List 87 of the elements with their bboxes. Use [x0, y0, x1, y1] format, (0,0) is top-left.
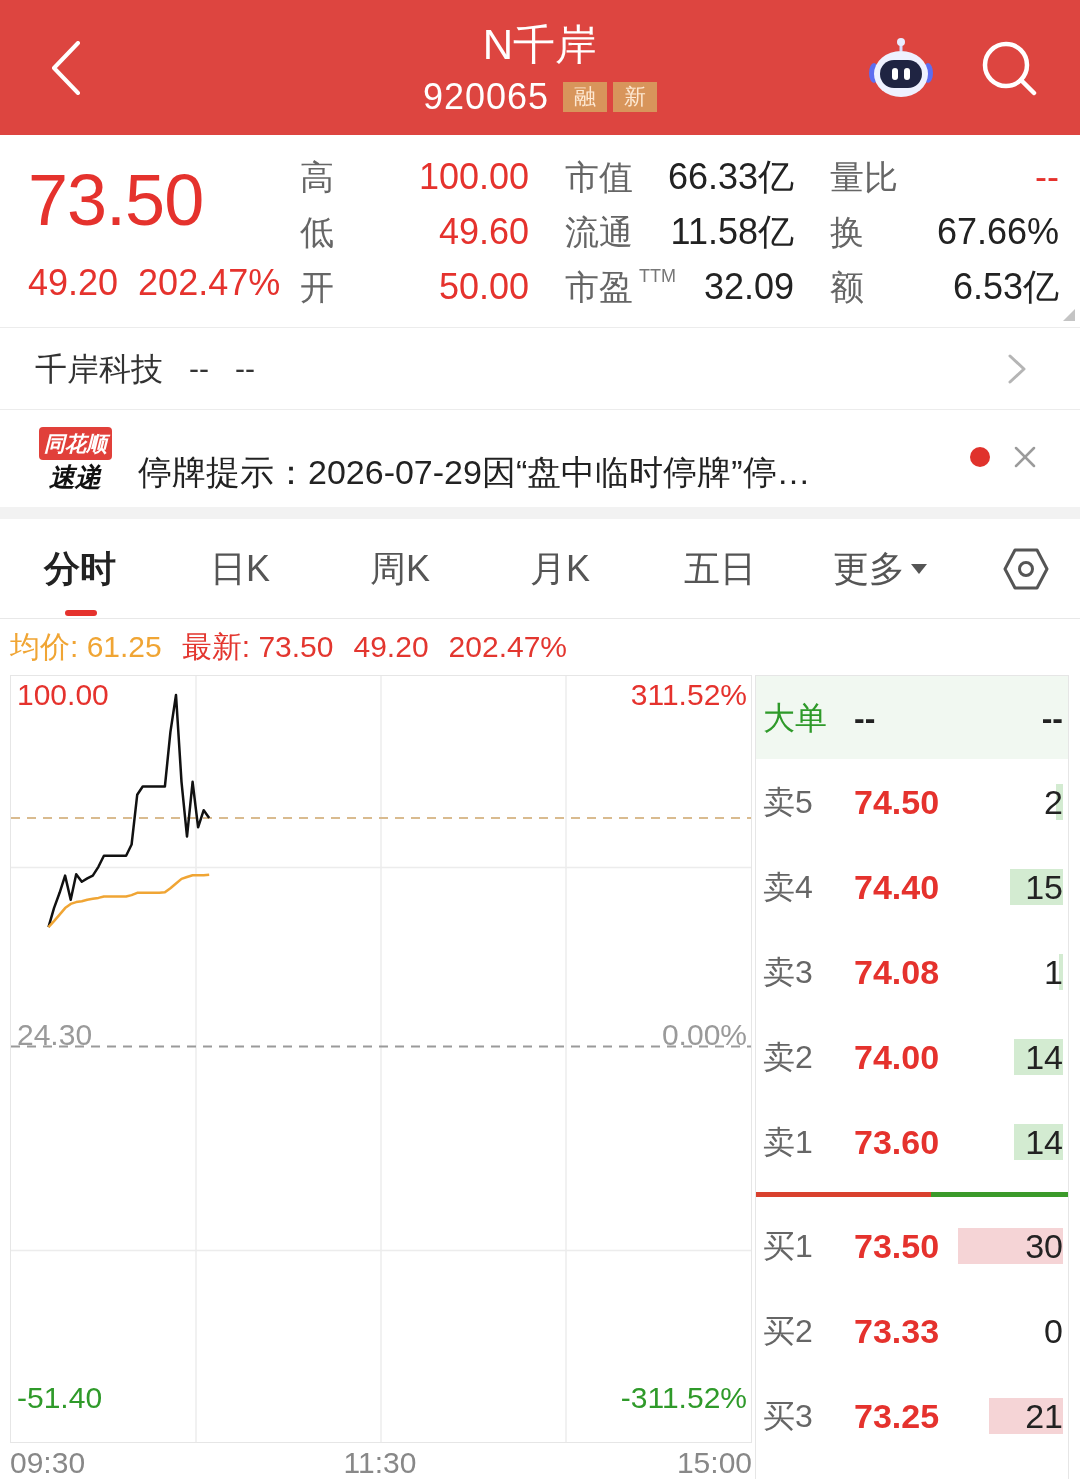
time-axis-label: 09:30 [10, 1447, 86, 1479]
big-order-value: -- [854, 701, 876, 734]
order-volume: 0 [1044, 1312, 1063, 1349]
order-level-label: 买3 [763, 1399, 813, 1432]
stock-tag: 融 [563, 81, 608, 112]
stat-label: 换 [830, 214, 864, 249]
percent-axis-label: 0.00% [661, 1019, 747, 1050]
search-icon [981, 39, 1037, 96]
order-volume: 14 [1014, 1038, 1063, 1075]
time-axis-label: 15:00 [676, 1447, 752, 1479]
order-price: 74.00 [854, 1039, 940, 1074]
stat-value: 50.00 [438, 268, 529, 305]
stat-label: 市值 [565, 159, 633, 194]
current-price: 73.50 [28, 164, 204, 236]
big-order-value: -- [1041, 701, 1063, 734]
caret-down-icon [911, 563, 927, 574]
percent-axis-label: 311.52% [630, 680, 747, 710]
order-volume: 2 [1044, 783, 1063, 820]
stat-value: 6.53亿 [952, 268, 1059, 305]
concept-value: -- [235, 353, 255, 384]
stock-code: 920065 [422, 76, 550, 117]
time-axis-label: 11:30 [343, 1447, 417, 1479]
order-volume: 30 [958, 1227, 1063, 1264]
stat-label: 市盈$^{TTM}$ [565, 269, 676, 304]
order-level-label: 买1 [763, 1229, 813, 1262]
assistant-button[interactable] [868, 35, 934, 100]
order-level-label: 买2 [763, 1314, 813, 1347]
stat-value: 66.33亿 [667, 158, 794, 195]
price-axis-label: -51.40 [17, 1383, 103, 1413]
concept-value: -- [189, 353, 209, 384]
source-name: 速递 [49, 462, 101, 491]
news-headline[interactable]: 停牌提示：2026-07-29因“盘中临时停牌”停… [138, 454, 811, 489]
stat-label: 低 [300, 214, 334, 249]
settings-icon [1003, 547, 1049, 590]
order-price: 73.60 [854, 1124, 940, 1159]
order-price: 73.25 [854, 1398, 940, 1433]
stat-label: 量比 [830, 159, 898, 194]
stat-value: 32.09 [703, 268, 794, 305]
quote-summary-text: 最新: 73.50 [181, 632, 334, 662]
order-volume: 15 [1010, 868, 1063, 905]
stat-value: -- [1035, 158, 1059, 195]
stat-value: 49.60 [438, 213, 529, 250]
quote-summary-text: 202.47% [448, 632, 567, 662]
corner-triangle-icon [1063, 309, 1075, 321]
stat-label: 高 [300, 159, 334, 194]
stock-title: N千岸 [482, 20, 598, 69]
source-tag: 同花顺 [38, 426, 112, 460]
price-axis-label: 100.00 [17, 680, 109, 710]
stat-value: 100.00 [418, 158, 529, 195]
stat-value: 67.66% [936, 213, 1059, 250]
company-name: 千岸科技 [35, 352, 163, 385]
chart-tab[interactable]: 更多 [800, 518, 960, 619]
chart-tab[interactable]: 分时 [0, 518, 160, 619]
order-volume: 21 [989, 1397, 1063, 1434]
order-level-label: 卖5 [763, 785, 813, 818]
order-price: 74.40 [854, 869, 940, 904]
chart-tab[interactable]: 周K [320, 518, 480, 619]
price-change: 49.20 [28, 263, 119, 303]
stat-label: 流通 [565, 214, 633, 249]
active-tab-indicator [65, 609, 97, 616]
stat-label: 开 [300, 269, 334, 304]
order-level-label: 卖3 [763, 955, 813, 988]
quote-summary-text: 49.20 [353, 632, 429, 662]
order-price: 74.50 [854, 784, 940, 819]
big-order-label: 大单 [763, 701, 827, 734]
chart-tab[interactable]: 月K [480, 518, 640, 619]
order-volume: 1 [1044, 953, 1063, 990]
robot-icon [868, 36, 934, 99]
quote-summary-text: 均价: 61.25 [10, 632, 162, 662]
price-axis-label: 24.30 [17, 1019, 93, 1050]
chevron-right-icon [1008, 353, 1026, 384]
order-volume: 14 [1014, 1123, 1063, 1160]
chart-tab[interactable]: 日K [160, 518, 320, 619]
order-level-label: 卖1 [763, 1125, 813, 1158]
stat-value: 11.58亿 [670, 213, 794, 250]
chart-tab[interactable]: 五日 [640, 518, 800, 619]
order-price: 74.08 [854, 954, 940, 989]
stock-tag: 新 [613, 81, 658, 112]
order-level-label: 卖2 [763, 1040, 813, 1073]
price-change-percent: 202.47% [138, 263, 281, 303]
order-level-label: 卖4 [763, 870, 813, 903]
order-price: 73.50 [854, 1228, 940, 1263]
close-icon [1014, 445, 1036, 468]
stat-label: 额 [830, 269, 864, 304]
order-price: 73.33 [854, 1313, 940, 1348]
percent-axis-label: -311.52% [620, 1383, 747, 1413]
back-icon [51, 40, 81, 95]
